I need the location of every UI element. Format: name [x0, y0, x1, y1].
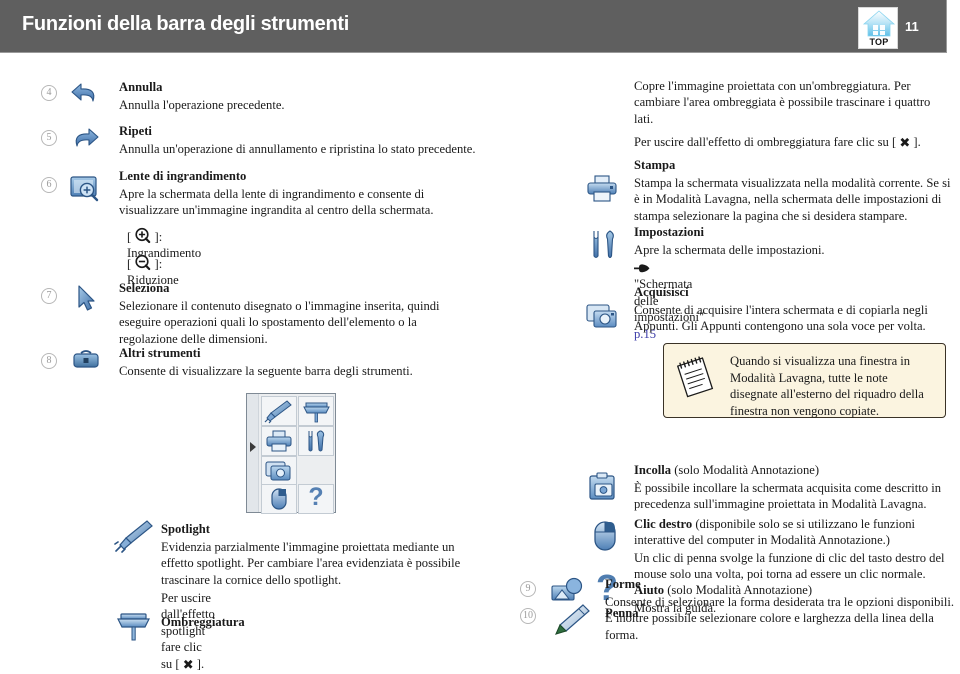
printer-icon: [266, 430, 292, 452]
ombreggiatura-title: Ombreggiatura: [161, 615, 245, 629]
entry-body: Apre la schermata delle impostazioni.: [634, 243, 825, 257]
shade-exit-suffix: ].: [913, 135, 921, 149]
shade-exit-line: Per uscire dall'effetto di ombreggiatura…: [634, 134, 921, 152]
page-number: 11: [905, 19, 919, 34]
entry-title: Seleziona: [119, 281, 170, 295]
entry-title: Lente di ingrandimento: [119, 169, 247, 183]
entry-number-7: 7: [41, 288, 57, 304]
entry-body: Consente di visualizzare la seguente bar…: [119, 364, 413, 378]
entry-number-10: 10: [520, 608, 536, 624]
entry-number-4: 4: [41, 85, 57, 101]
entry-title: Acquisisci: [634, 285, 689, 299]
entry-body: Consente di selezionare la forma desider…: [605, 595, 955, 642]
palette-cell-help[interactable]: ?: [298, 483, 334, 514]
printer-icon: [587, 175, 617, 202]
palette-cell-empty: [298, 456, 334, 486]
left-column: 4 Annulla Annulla l'operazione precedent…: [0, 53, 500, 673]
entry-number-9: 9: [520, 581, 536, 597]
entry-body: È possibile incollare la schermata acqui…: [634, 481, 942, 512]
palette-cell-right-click[interactable]: [261, 484, 297, 514]
entry-body: Selezionare il contenuto disegnato o l'i…: [119, 299, 440, 346]
home-top-icon: [862, 10, 896, 37]
close-x-icon: ✖: [899, 136, 911, 151]
note-text: Quando si visualizza una finestra in Mod…: [730, 354, 924, 418]
entry-title: Impostazioni: [634, 225, 704, 239]
pointing-hand-icon: [634, 264, 650, 273]
redo-arrow-icon: [75, 128, 99, 147]
entry-title: Altri strumenti: [119, 346, 201, 360]
magnifier-box-icon: [70, 176, 99, 202]
entry-body: Annulla un'operazione di annullamento e …: [119, 142, 476, 156]
zoom-out-icon: [135, 254, 151, 271]
top-logo-label: TOP: [869, 37, 889, 47]
mouse-icon: [594, 521, 616, 551]
page-title: Funzioni della barra degli strumenti: [22, 13, 350, 35]
paste-clipboard-icon: [589, 472, 615, 500]
palette-cell-shade[interactable]: [298, 396, 334, 426]
entry-title-strong: Clic destro: [634, 517, 693, 531]
toolbox-icon: [73, 350, 99, 368]
settings-tools-icon: [308, 430, 325, 452]
help-question-icon: ?: [308, 483, 324, 511]
note-box: Quando si visualizza una finestra in Mod…: [663, 343, 946, 418]
entry-title-light: (solo Modalità Annotazione): [671, 463, 820, 477]
spotlight-title: Spotlight: [161, 522, 210, 536]
entry-body: Annulla l'operazione precedente.: [119, 98, 285, 112]
entry-body: Un clic di penna svolge la funzione di c…: [634, 551, 945, 582]
entry-title: Forme: [605, 577, 641, 591]
entry-title: Penna: [605, 606, 639, 620]
shade-icon: [303, 402, 330, 423]
palette-cell-spotlight[interactable]: [261, 396, 297, 426]
memo-note-icon: [676, 356, 714, 398]
spotlight-icon: [114, 520, 153, 553]
zoom-out-prefix: [: [127, 257, 132, 271]
palette-cell-settings[interactable]: [298, 426, 334, 456]
palette-cell-print[interactable]: [261, 426, 297, 456]
entry-title: Ripeti: [119, 124, 152, 138]
top-logo[interactable]: TOP: [858, 7, 898, 49]
entry-title-strong: Incolla: [634, 463, 672, 477]
entry-number-5: 5: [41, 130, 57, 146]
spotlight-exit-suffix: ].: [196, 656, 205, 671]
zoom-in-prefix: [: [127, 230, 132, 244]
capture-icon: [265, 461, 291, 481]
entry-title: Clic destro (disponibile solo se si util…: [634, 516, 954, 549]
close-x-icon: ✖: [182, 657, 194, 673]
entry-number-8: 8: [41, 353, 57, 369]
zoom-in-icon: [135, 227, 151, 244]
cursor-arrow-icon: [78, 285, 95, 311]
right-column: Copre l'immagine proiettata con un'ombre…: [500, 53, 960, 661]
entry-title: Stampa: [634, 158, 676, 172]
entry-title: Incolla (solo Modalità Annotazione): [634, 463, 819, 478]
undo-arrow-icon: [71, 83, 95, 102]
palette-cell-capture[interactable]: [261, 456, 297, 486]
other-tools-palette[interactable]: ?: [246, 393, 336, 514]
entry-title: Annulla: [119, 80, 163, 94]
spotlight-exit-line: Per uscire dall'effetto spotlight fare c…: [161, 590, 215, 674]
entry-body: Consente di acquisire l'intera schermata…: [634, 303, 928, 334]
page-header: Funzioni della barra degli strumenti TOP…: [0, 0, 947, 53]
entry-body: Stampa la schermata visualizzata nella m…: [634, 176, 951, 223]
mouse-icon: [271, 488, 287, 510]
capture-icon: [586, 304, 617, 328]
shade-body: Copre l'immagine proiettata con un'ombre…: [634, 79, 931, 126]
spotlight-icon: [264, 400, 292, 424]
shade-icon: [117, 613, 150, 641]
entry-number-6: 6: [41, 177, 57, 193]
spotlight-body: Evidenzia parzialmente l'immagine proiet…: [161, 540, 461, 587]
shade-exit-prefix: Per uscire dall'effetto di ombreggiatura…: [634, 135, 897, 149]
palette-expand-handle-icon[interactable]: [249, 440, 257, 454]
entry-body: Apre la schermata della lente di ingrand…: [119, 187, 434, 218]
pen-icon: [555, 604, 590, 635]
settings-tools-icon: [593, 230, 614, 259]
